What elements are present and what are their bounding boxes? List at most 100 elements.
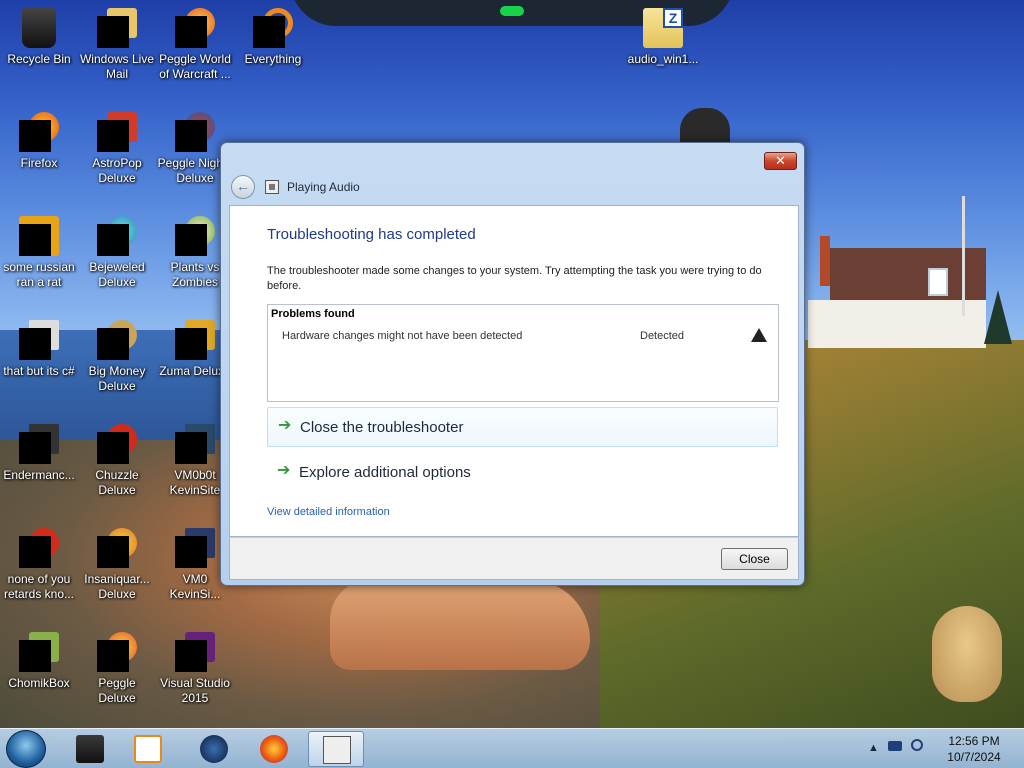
page-heading: Troubleshooting has completed	[267, 226, 476, 243]
desktop-icon-visual-studio-2015[interactable]: Visual Studio 2015	[156, 628, 234, 706]
shortcut-icon	[19, 320, 59, 360]
peggle-nights-icon	[175, 112, 215, 152]
clock-date: 10/7/2024	[947, 750, 1001, 764]
taskbar-item-troubleshooter[interactable]	[308, 731, 364, 767]
desktop-icon-label: Peggle Deluxe	[98, 676, 136, 705]
desktop-icon-peggle-wow[interactable]: Peggle World of Warcraft ...	[156, 4, 234, 82]
peggle-deluxe-icon	[97, 632, 137, 672]
globe-icon	[200, 735, 228, 763]
desktop-icon-insaniquarium[interactable]: Insaniquar... Deluxe	[78, 524, 156, 602]
zuma-icon	[175, 320, 215, 360]
vm-icon	[175, 528, 215, 568]
desktop-icon-russian-rat[interactable]: some russian ran a rat	[0, 212, 78, 290]
close-button[interactable]: Close	[721, 548, 788, 570]
dialog-titlebar: ← Playing Audio	[229, 173, 799, 203]
file-icon	[19, 216, 59, 256]
firefox-icon	[19, 112, 59, 152]
recycle-bin-icon	[22, 8, 56, 48]
desktop-icon-chomikbox[interactable]: ChomikBox	[0, 628, 78, 691]
insaniquarium-icon	[97, 528, 137, 568]
problems-header: Problems found	[271, 308, 355, 320]
green-arrow-icon: ➔	[277, 462, 291, 479]
desktop-icon-label: Windows Live Mail	[79, 52, 155, 81]
desktop-icon-recycle-bin[interactable]: Recycle Bin	[0, 4, 78, 67]
explore-options-link[interactable]: ➔ Explore additional options	[267, 453, 778, 493]
taskbar-item-media-player[interactable]	[120, 731, 176, 767]
desktop-icon-windows-live-mail[interactable]: Windows Live Mail	[78, 4, 156, 82]
taskbar-clock[interactable]: 12:56 PM 10/7/2024	[942, 733, 1006, 765]
gopher-mascot-image	[932, 606, 1002, 702]
problem-status: Detected	[640, 330, 685, 342]
chuzzle-icon	[97, 424, 137, 464]
warning-icon	[751, 328, 767, 342]
problems-list: Problems found Hardware changes might no…	[267, 304, 779, 402]
green-arrow-icon: ➔	[278, 417, 292, 434]
peggle-icon	[175, 8, 215, 48]
explorer-icon	[76, 735, 104, 763]
desktop-icon-astropop[interactable]: AstroPop Deluxe	[78, 108, 156, 186]
dialog-footer: Close	[229, 538, 799, 580]
action-label: Close the troubleshooter	[300, 419, 464, 436]
opera-icon	[19, 528, 59, 568]
bejeweled-icon	[97, 216, 137, 256]
taskbar-item-explorer[interactable]	[62, 731, 118, 767]
everything-icon	[253, 8, 293, 48]
desktop-icon-label: Chuzzle Deluxe	[95, 468, 139, 497]
taskbar-item-browser[interactable]	[186, 731, 242, 767]
desktop-icon-label: AstroPop Deluxe	[92, 156, 142, 185]
action-center-icon[interactable]	[911, 739, 924, 751]
start-button[interactable]	[6, 730, 46, 768]
wallpaper-boulder	[330, 580, 590, 670]
wallpaper-flagpole	[962, 196, 965, 316]
troubleshooter-icon	[323, 736, 351, 764]
action-label: Explore additional options	[299, 464, 471, 481]
desktop-icon-none-of-you[interactable]: none of you retards kno...	[0, 524, 78, 602]
desktop-icon-label: none of you retards kno...	[3, 572, 75, 601]
desktop-icon-big-money[interactable]: Big Money Deluxe	[78, 316, 156, 394]
desktop-icon-label: audio_win1...	[627, 52, 699, 66]
mail-icon	[97, 8, 137, 48]
firefox-icon	[260, 735, 288, 763]
desktop-icon-label: Recycle Bin	[7, 52, 71, 66]
desktop-icon-label: Visual Studio 2015	[160, 676, 230, 705]
desktop-icon-label: Insaniquar... Deluxe	[84, 572, 150, 601]
desktop-icon-label: some russian ran a rat	[3, 260, 75, 289]
troubleshooter-dialog: ✕ ← Playing Audio Troubleshooting has co…	[220, 142, 805, 586]
close-troubleshooter-link[interactable]: ➔ Close the troubleshooter	[267, 407, 778, 447]
desktop-icon-label: ChomikBox	[8, 676, 70, 690]
desktop-icon-bejeweled[interactable]: Bejeweled Deluxe	[78, 212, 156, 290]
zip-folder-icon: Z	[643, 8, 683, 48]
desktop-icon-label: Peggle World of Warcraft ...	[159, 52, 231, 81]
window-close-button[interactable]: ✕	[764, 152, 797, 170]
clock-time: 12:56 PM	[948, 734, 1000, 748]
pvz-icon	[175, 216, 215, 256]
taskbar-item-firefox[interactable]	[246, 731, 302, 767]
desktop-icon-label: Firefox	[20, 156, 58, 170]
desktop-icon-label: Big Money Deluxe	[88, 364, 146, 393]
network-icon[interactable]	[887, 741, 902, 751]
wallpaper-chimney	[820, 236, 830, 286]
problem-name: Hardware changes might not have been det…	[282, 330, 523, 342]
astropop-icon	[97, 112, 137, 152]
back-button[interactable]: ←	[231, 175, 255, 199]
notch-indicator-icon	[500, 6, 524, 16]
desktop-icon-peggle-deluxe[interactable]: Peggle Deluxe	[78, 628, 156, 706]
show-hidden-icons-button[interactable]: ▲	[868, 742, 879, 754]
view-detailed-info-link[interactable]: View detailed information	[267, 506, 390, 518]
wallpaper-house-window	[928, 268, 948, 296]
description-text: The troubleshooter made some changes to …	[267, 265, 762, 292]
vm-icon	[175, 424, 215, 464]
desktop-icon-chuzzle[interactable]: Chuzzle Deluxe	[78, 420, 156, 498]
dialog-content: Troubleshooting has completed The troubl…	[229, 205, 799, 537]
desktop-icon-everything[interactable]: Everything	[234, 4, 312, 67]
endermanch-icon	[19, 424, 59, 464]
dialog-title: Playing Audio	[287, 180, 360, 194]
taskbar: ▲ 12:56 PM 10/7/2024	[0, 728, 1024, 768]
desktop-icon-endermanch[interactable]: Endermanc...	[0, 420, 78, 483]
desktop-icon-that-but-csharp[interactable]: that but its c#	[0, 316, 78, 379]
system-tray: ▲	[868, 739, 929, 754]
desktop-icon-audio-zip[interactable]: Z audio_win1...	[624, 4, 702, 67]
desktop-icon-label: Bejeweled Deluxe	[89, 260, 145, 289]
desktop-icon-firefox[interactable]: Firefox	[0, 108, 78, 171]
visual-studio-icon	[175, 632, 215, 672]
